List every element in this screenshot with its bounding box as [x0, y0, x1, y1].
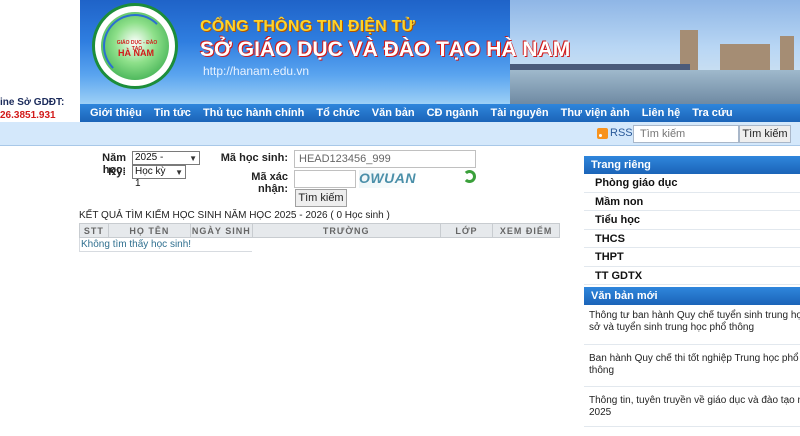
table-blank-cell	[252, 238, 559, 252]
banner-river	[510, 70, 800, 104]
nav-item-thu-vien-anh[interactable]: Thư viện ảnh	[555, 107, 636, 119]
header-banner: GIÁO DỤC - ĐÀO TẠO HÀ NAM CỔNG THÔNG TIN…	[80, 0, 800, 104]
table-header-row: STT HỌ TÊN NGÀY SINH TRƯỜNG LỚP XEM ĐIỂM	[79, 223, 560, 238]
nav-item-tai-nguyen[interactable]: Tài nguyên	[485, 107, 555, 119]
captcha-label: Mã xác nhận:	[251, 171, 288, 195]
term-label: Kỳ:	[108, 166, 126, 178]
sidebar-heading-new-docs: Văn bản mới	[584, 287, 800, 305]
term-select-value: Học kỳ 1	[135, 166, 166, 189]
chevron-down-icon: ▼	[189, 154, 197, 163]
column-header-ho-ten: HỌ TÊN	[107, 223, 191, 238]
nav-item-tra-cuu[interactable]: Tra cứu	[686, 107, 738, 119]
column-header-lop: LỚP	[439, 223, 494, 238]
doc-title-line: Ban hành Quy chế thi tốt nghiệp Trung họ…	[589, 353, 799, 364]
doc-title-line: 2025	[589, 406, 612, 418]
sidebar-item-thcs[interactable]: THCS	[584, 229, 800, 248]
doc-title-line: thông	[589, 364, 615, 376]
column-header-stt: STT	[79, 223, 109, 238]
nav-item-to-chuc[interactable]: Tổ chức	[310, 107, 365, 119]
doc-title-line: Thông tư ban hành Quy chế tuyển sinh tru…	[589, 310, 800, 321]
hotline-box: ine Sở GDĐT: 26.3851.931	[0, 96, 80, 122]
sidebar-item-mam-non[interactable]: Mầm non	[584, 192, 800, 211]
sidebar-item-tt-gdtx[interactable]: TT GDTX	[584, 266, 800, 285]
rss-link[interactable]: RSS	[597, 127, 633, 139]
column-header-xem-diem: XEM ĐIỂM	[492, 223, 560, 238]
student-id-input[interactable]	[294, 150, 476, 168]
results-title: KẾT QUẢ TÌM KIẾM HỌC SINH NĂM HỌC 2025 -…	[79, 210, 390, 221]
chevron-down-icon: ▼	[175, 168, 183, 177]
banner-title: SỞ GIÁO DỤC VÀ ĐÀO TẠO HÀ NAM	[200, 38, 571, 61]
nav-item-tin-tuc[interactable]: Tin tức	[148, 107, 197, 119]
site-search-button[interactable]: Tìm kiếm	[739, 125, 791, 143]
doc-title-line: sở và tuyển sinh trung học phổ thông	[589, 321, 754, 333]
sidebar-item-tieu-hoc[interactable]: Tiểu học	[584, 211, 800, 230]
nav-item-gioi-thieu[interactable]: Giới thiệu	[84, 107, 148, 119]
student-id-label: Mã học sinh:	[220, 152, 288, 164]
banner-kicker: CỔNG THÔNG TIN ĐIỆN TỬ	[200, 18, 416, 35]
sidebar-item-thpt[interactable]: THPT	[584, 248, 800, 267]
right-sidebar: Trang riêng Phòng giáo dục Mầm non Tiểu …	[584, 156, 800, 427]
logo-name: HÀ NAM	[118, 48, 154, 58]
table-row: Không tìm thấy học sinh!	[79, 237, 560, 252]
captcha-input[interactable]	[294, 170, 356, 188]
hotline-number: 26.3851.931	[0, 110, 56, 121]
sidebar-heading-private: Trang riêng	[584, 156, 800, 174]
doc-title-line: Thông tin, tuyên truyền về giáo dục và đ…	[589, 395, 800, 406]
column-header-truong: TRƯỜNG	[251, 223, 441, 238]
doc-link[interactable]: Ban hành Quy chế thi tốt nghiệp Trung họ…	[584, 345, 800, 387]
banner-building	[720, 44, 770, 70]
student-search-button[interactable]: Tìm kiếm	[295, 189, 347, 207]
hotline-label: ine Sở GDĐT:	[0, 97, 65, 108]
nav-item-cd-nganh[interactable]: CĐ ngành	[421, 107, 485, 119]
rss-label: RSS	[610, 127, 633, 139]
rss-icon	[597, 127, 608, 139]
new-docs-list: Thông tư ban hành Quy chế tuyển sinh tru…	[584, 305, 800, 427]
column-header-ngay-sinh: NGÀY SINH	[189, 223, 253, 238]
site-search-input[interactable]	[633, 125, 739, 143]
logo-emblem: GIÁO DỤC - ĐÀO TẠO HÀ NAM	[101, 12, 169, 80]
year-select[interactable]: 2025 - 2026▼	[132, 151, 200, 175]
site-logo[interactable]: GIÁO DỤC - ĐÀO TẠO HÀ NAM	[92, 3, 178, 89]
banner-building	[780, 36, 794, 70]
results-table: STT HỌ TÊN NGÀY SINH TRƯỜNG LỚP XEM ĐIỂM…	[79, 223, 560, 252]
nav-item-lien-he[interactable]: Liên hệ	[636, 107, 687, 119]
nav-item-van-ban[interactable]: Văn bản	[366, 107, 421, 119]
term-select[interactable]: Học kỳ 1 ▼	[132, 165, 186, 189]
banner-url: http://hanam.edu.vn	[203, 64, 310, 78]
main-nav: Giới thiệu Tin tức Thủ tục hành chính Tổ…	[80, 104, 800, 122]
page: ine Sở GDĐT: 26.3851.931 GIÁO DỤC - ĐÀO …	[0, 0, 800, 436]
refresh-captcha-icon[interactable]	[463, 170, 476, 183]
empty-results-message: Không tìm thấy học sinh!	[79, 237, 253, 252]
nav-item-thu-tuc[interactable]: Thủ tục hành chính	[197, 107, 310, 119]
captcha-image: OWUAN	[359, 170, 419, 188]
doc-link[interactable]: Thông tư ban hành Quy chế tuyển sinh tru…	[584, 305, 800, 345]
doc-link[interactable]: Thông tin, tuyên truyền về giáo dục và đ…	[584, 387, 800, 427]
sidebar-item-phong-giao-duc[interactable]: Phòng giáo dục	[584, 174, 800, 193]
